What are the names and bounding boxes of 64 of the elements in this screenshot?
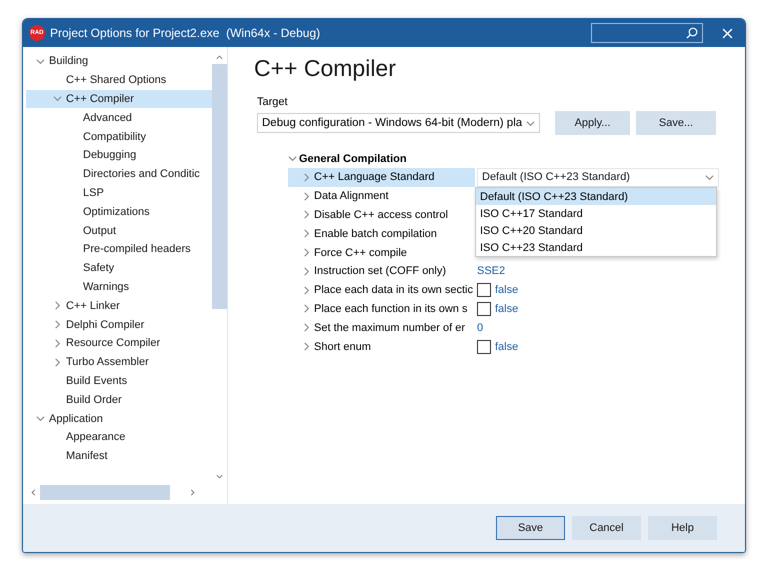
property-name[interactable]: Data Alignment (288, 186, 475, 206)
page-title: C++ Compiler (254, 55, 397, 82)
property-name[interactable]: Set the maximum number of er (288, 318, 475, 338)
dropdown-option[interactable]: ISO C++20 Standard (476, 222, 716, 239)
property-name[interactable]: Force C++ compile (288, 243, 475, 262)
property-value: false (495, 284, 518, 296)
property-name[interactable]: Short enum (288, 337, 475, 356)
tree-item[interactable]: Compatibility (26, 127, 212, 146)
tree-item[interactable]: Build Events (26, 372, 212, 390)
tree-item[interactable]: Building (26, 52, 212, 71)
dialog-button[interactable]: Save (496, 516, 565, 540)
dialog-button[interactable]: Help (648, 516, 717, 540)
tree-item[interactable]: Build Order (26, 390, 212, 410)
tree-item[interactable]: Directories and Conditic (26, 164, 212, 184)
checkbox[interactable] (477, 302, 491, 316)
checkbox[interactable] (477, 340, 491, 354)
target-dropdown[interactable]: Debug configuration - Windows 64-bit (Modern) pla (257, 113, 540, 133)
tree-item[interactable]: Advanced (26, 108, 212, 128)
group-heading: General Compilation (299, 152, 407, 164)
chevron-down-icon[interactable] (52, 94, 62, 104)
target-label: Target (257, 96, 289, 108)
chevron-down-icon[interactable] (705, 172, 714, 182)
property-value: false (495, 302, 518, 315)
tree-item[interactable]: Debugging (26, 146, 212, 165)
property-name[interactable]: Disable C++ access control (288, 206, 475, 224)
dialog-button[interactable]: Cancel (572, 516, 641, 540)
tree-item[interactable]: C++ Linker (26, 296, 212, 316)
chevron-down-icon[interactable] (36, 414, 44, 424)
tree-item[interactable]: Application (26, 409, 212, 428)
chevron-down-icon[interactable] (288, 154, 297, 163)
action-button[interactable]: Apply... (555, 111, 630, 135)
tree-item[interactable]: Output (26, 221, 212, 240)
tree-item[interactable]: Turbo Assembler (26, 352, 212, 372)
checkbox[interactable] (477, 283, 491, 298)
chevron-down-icon[interactable] (526, 118, 535, 128)
chevron-down-icon[interactable] (36, 56, 44, 66)
tree-item[interactable]: Manifest (26, 446, 212, 466)
dropdown-option[interactable]: Default (ISO C++23 Standard) (476, 188, 716, 205)
dropdown-option[interactable]: ISO C++17 Standard (476, 205, 716, 222)
tree-item[interactable]: Appearance (26, 428, 212, 447)
window-title: Project Options for Project2.exe (Win64x - Debug) (50, 26, 322, 40)
close-icon[interactable] (722, 28, 733, 38)
tree-item[interactable]: Delphi Compiler (26, 315, 212, 334)
tree-item[interactable]: Optimizations (26, 202, 212, 222)
tree-item[interactable]: Warnings (26, 278, 212, 296)
property-name[interactable]: Place each function in its own s (288, 300, 475, 318)
property-value: SSE2 (477, 265, 506, 278)
tree-item[interactable]: C++ Compiler (26, 90, 212, 108)
dropdown-option[interactable]: ISO C++23 Standard (476, 239, 716, 256)
search-field[interactable] (591, 23, 703, 43)
property-name[interactable]: C++ Language Standard (288, 168, 475, 187)
tree-item[interactable]: Pre-compiled headers (26, 240, 212, 259)
tree-item[interactable]: Resource Compiler (26, 334, 212, 353)
property-name[interactable]: Enable batch compilation (288, 224, 475, 244)
property-name[interactable]: Place each data in its own sectic (288, 280, 475, 300)
value-dropdown[interactable]: Default (ISO C++23 Standard) (477, 168, 719, 187)
tree-item[interactable]: Safety (26, 258, 212, 278)
action-button[interactable]: Save... (636, 111, 716, 135)
property-value: false (495, 340, 518, 353)
tree-item[interactable]: LSP (26, 184, 212, 202)
property-value: 0 (477, 322, 484, 334)
tree-item[interactable]: C++ Shared Options (26, 70, 212, 90)
property-name[interactable]: Instruction set (COFF only) (288, 262, 475, 281)
search-icon (686, 27, 698, 39)
